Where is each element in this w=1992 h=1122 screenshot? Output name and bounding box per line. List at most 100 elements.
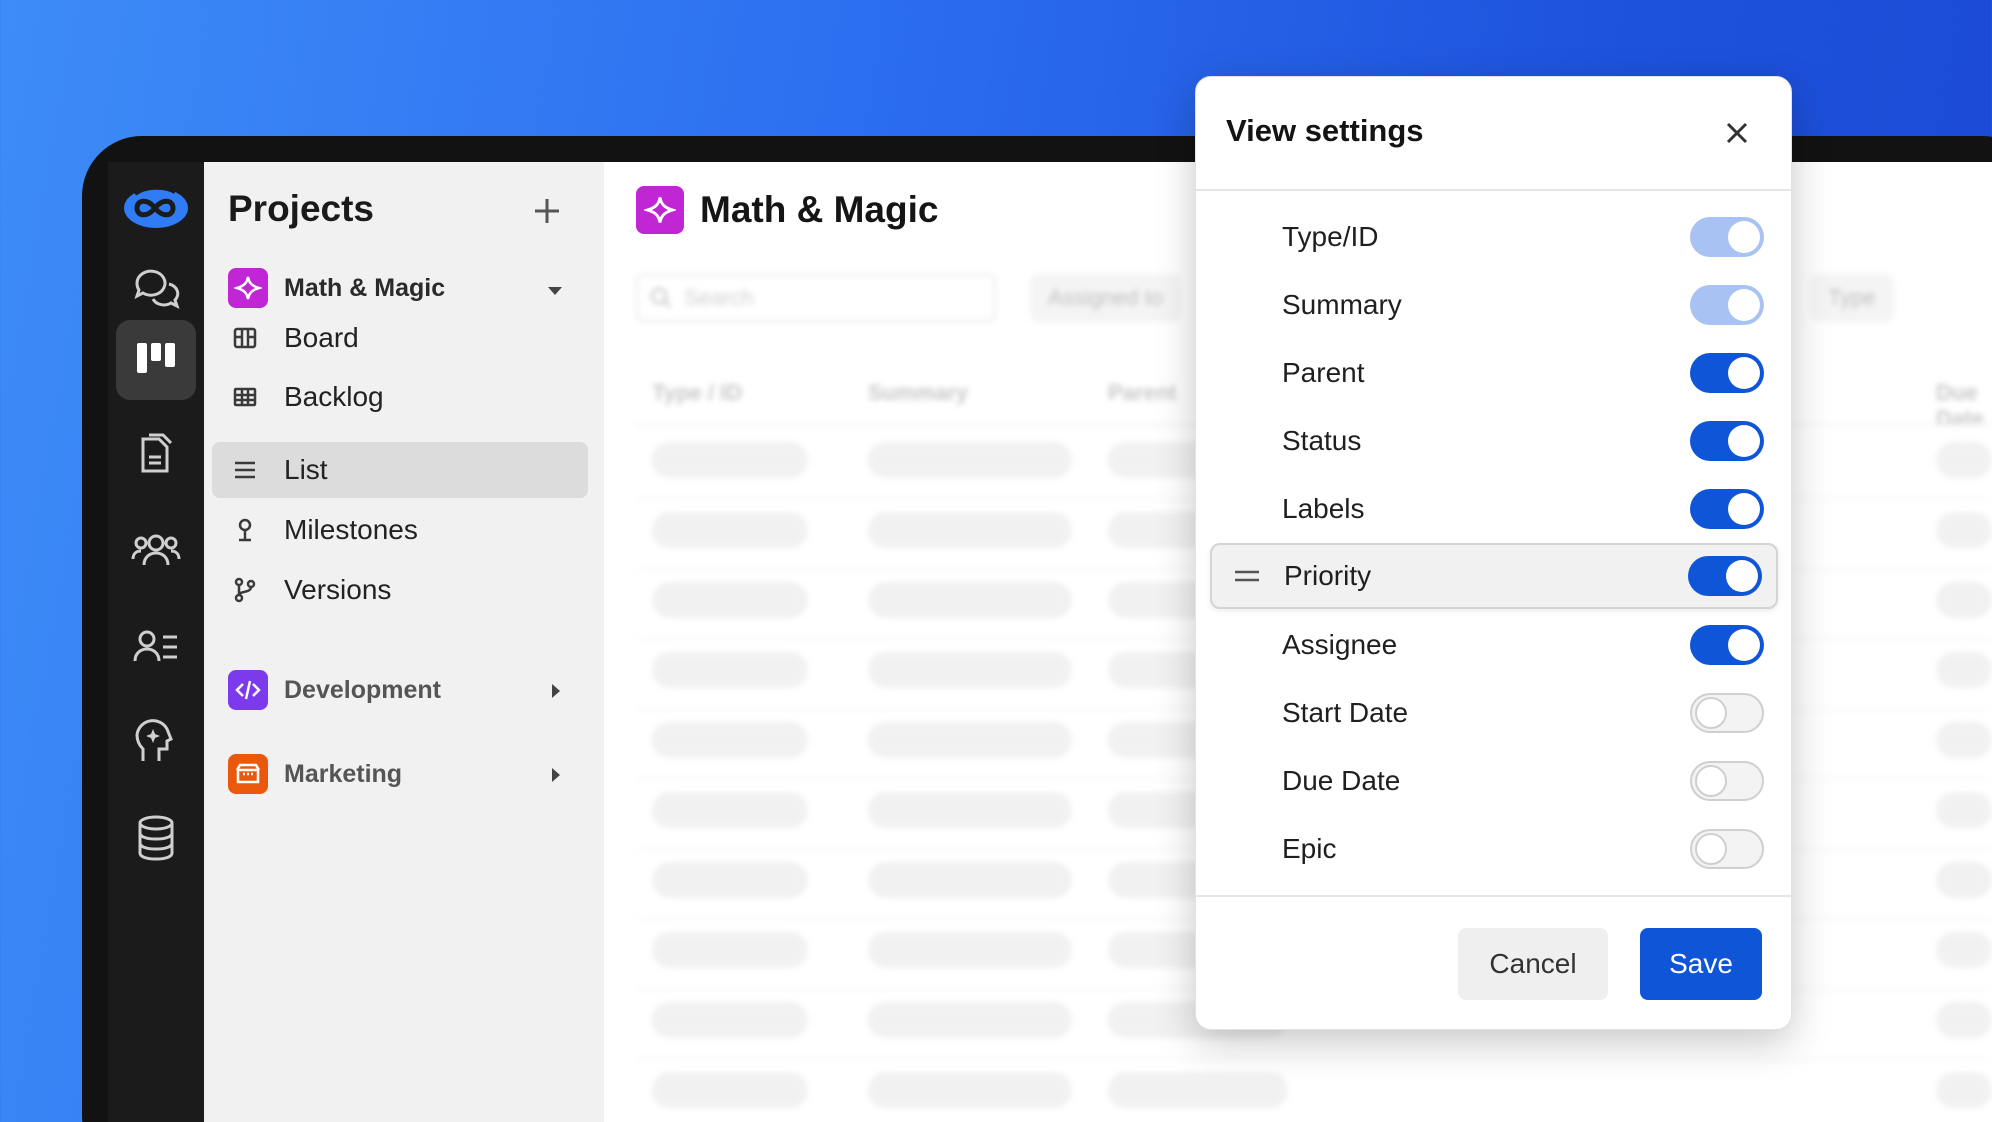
column-header[interactable]: Type / ID [652, 380, 742, 406]
rail-team[interactable] [116, 510, 196, 590]
project-badge [228, 670, 268, 710]
project-development[interactable]: Development [228, 670, 441, 710]
nav-versions[interactable]: Versions [212, 562, 588, 618]
column-option-status[interactable]: Status [1210, 409, 1778, 473]
sparkle-icon [234, 276, 262, 300]
project-math-magic[interactable]: Math & Magic [228, 268, 445, 308]
column-option-parent[interactable]: Parent [1210, 341, 1778, 405]
drag-handle-icon[interactable] [1234, 568, 1260, 584]
toggle-switch[interactable] [1690, 421, 1764, 461]
project-badge [228, 754, 268, 794]
nav-list-label: List [284, 454, 328, 485]
search-placeholder: Search [684, 285, 754, 310]
projects-title: Projects [228, 188, 375, 229]
project-name: Math & Magic [284, 273, 446, 302]
column-option-epic[interactable]: Epic [1210, 817, 1778, 881]
rail-contacts[interactable] [116, 606, 196, 686]
toggle-switch[interactable] [1690, 761, 1764, 801]
rail-projects[interactable] [116, 320, 196, 400]
sparkle-icon [644, 197, 676, 223]
column-option-priority[interactable]: Priority [1210, 543, 1778, 609]
nav-milestones[interactable]: Milestones [212, 502, 588, 558]
nav-backlog-label: Backlog [284, 381, 384, 412]
option-label: Type/ID [1282, 221, 1379, 252]
view-settings-dialog: View settings Type/ID Summary Parent Sta… [1195, 76, 1792, 1030]
rail-messages[interactable] [116, 246, 196, 326]
close-icon[interactable] [1719, 115, 1755, 151]
board-icon [233, 327, 257, 349]
people-icon [131, 534, 181, 566]
nav-board[interactable]: Board [212, 310, 588, 366]
caret-right-icon[interactable] [544, 764, 566, 786]
nav-milestones-label: Milestones [284, 514, 418, 545]
filter-type[interactable]: Type [1810, 274, 1894, 322]
add-project-button[interactable] [524, 188, 570, 234]
column-header[interactable]: Parent [1108, 380, 1176, 406]
nav-versions-label: Versions [284, 574, 392, 605]
column-header[interactable]: Summary [868, 380, 968, 406]
rail-ai[interactable] [116, 702, 196, 782]
table-icon [233, 387, 257, 407]
project-marketing[interactable]: Marketing [228, 754, 402, 794]
rail-documents[interactable] [116, 414, 196, 494]
column-option-due-date[interactable]: Due Date [1210, 749, 1778, 813]
cancel-button[interactable]: Cancel [1458, 928, 1608, 1000]
storefront-icon [235, 763, 261, 784]
option-label: Priority [1284, 560, 1372, 591]
toggle-switch[interactable] [1690, 693, 1764, 733]
option-label: Parent [1282, 357, 1365, 388]
save-button[interactable]: Save [1640, 928, 1762, 1000]
projects-panel: Projects Math & Magic Board Backlog List… [204, 162, 604, 1122]
branch-icon [234, 577, 256, 603]
toggle-switch[interactable] [1690, 353, 1764, 393]
contact-list-icon [133, 630, 177, 662]
project-badge [636, 186, 684, 234]
database-icon [138, 815, 174, 861]
option-label: Summary [1282, 289, 1402, 320]
dialog-header-divider [1196, 189, 1791, 191]
project-name: Marketing [284, 759, 403, 788]
search-input[interactable]: Search [636, 274, 996, 322]
chat-bubbles-icon [134, 269, 180, 309]
list-icon [235, 461, 255, 479]
icon-rail [108, 162, 204, 1122]
search-icon [650, 287, 671, 308]
kanban-icon [137, 343, 175, 373]
column-option-type-id: Type/ID [1210, 205, 1778, 269]
nav-backlog[interactable]: Backlog [212, 369, 588, 425]
app-logo-icon[interactable] [121, 182, 191, 232]
column-option-labels[interactable]: Labels [1210, 477, 1778, 541]
rail-database[interactable] [116, 798, 196, 878]
filter-assigned[interactable]: Assigned to [1030, 274, 1181, 322]
milestone-icon [238, 518, 252, 542]
code-icon [235, 680, 261, 700]
project-badge [228, 268, 268, 308]
option-label: Assignee [1282, 629, 1398, 660]
documents-icon [141, 433, 173, 473]
toggle-switch[interactable] [1690, 489, 1764, 529]
page-header: Math & Magic [636, 186, 938, 234]
toggle-switch[interactable] [1690, 625, 1764, 665]
option-label: Start Date [1282, 697, 1409, 728]
nav-list[interactable]: List [212, 442, 588, 498]
toggle-switch[interactable] [1690, 217, 1764, 257]
option-label: Status [1282, 425, 1362, 456]
toggle-switch[interactable] [1690, 285, 1764, 325]
project-name: Development [284, 675, 441, 704]
plus-icon [535, 199, 559, 223]
option-label: Due Date [1282, 765, 1401, 796]
nav-board-label: Board [284, 322, 359, 353]
caret-right-icon[interactable] [544, 680, 566, 702]
caret-down-icon[interactable] [544, 280, 566, 302]
dialog-title: View settings [1226, 113, 1424, 148]
option-label: Epic [1282, 833, 1337, 864]
dialog-footer-divider [1196, 895, 1791, 897]
column-option-assignee[interactable]: Assignee [1210, 613, 1778, 677]
toggle-switch[interactable] [1688, 556, 1762, 596]
option-label: Labels [1282, 493, 1365, 524]
column-option-summary: Summary [1210, 273, 1778, 337]
column-option-start-date[interactable]: Start Date [1210, 681, 1778, 745]
ai-head-icon [135, 719, 173, 761]
page-title: Math & Magic [700, 189, 939, 230]
toggle-switch[interactable] [1690, 829, 1764, 869]
